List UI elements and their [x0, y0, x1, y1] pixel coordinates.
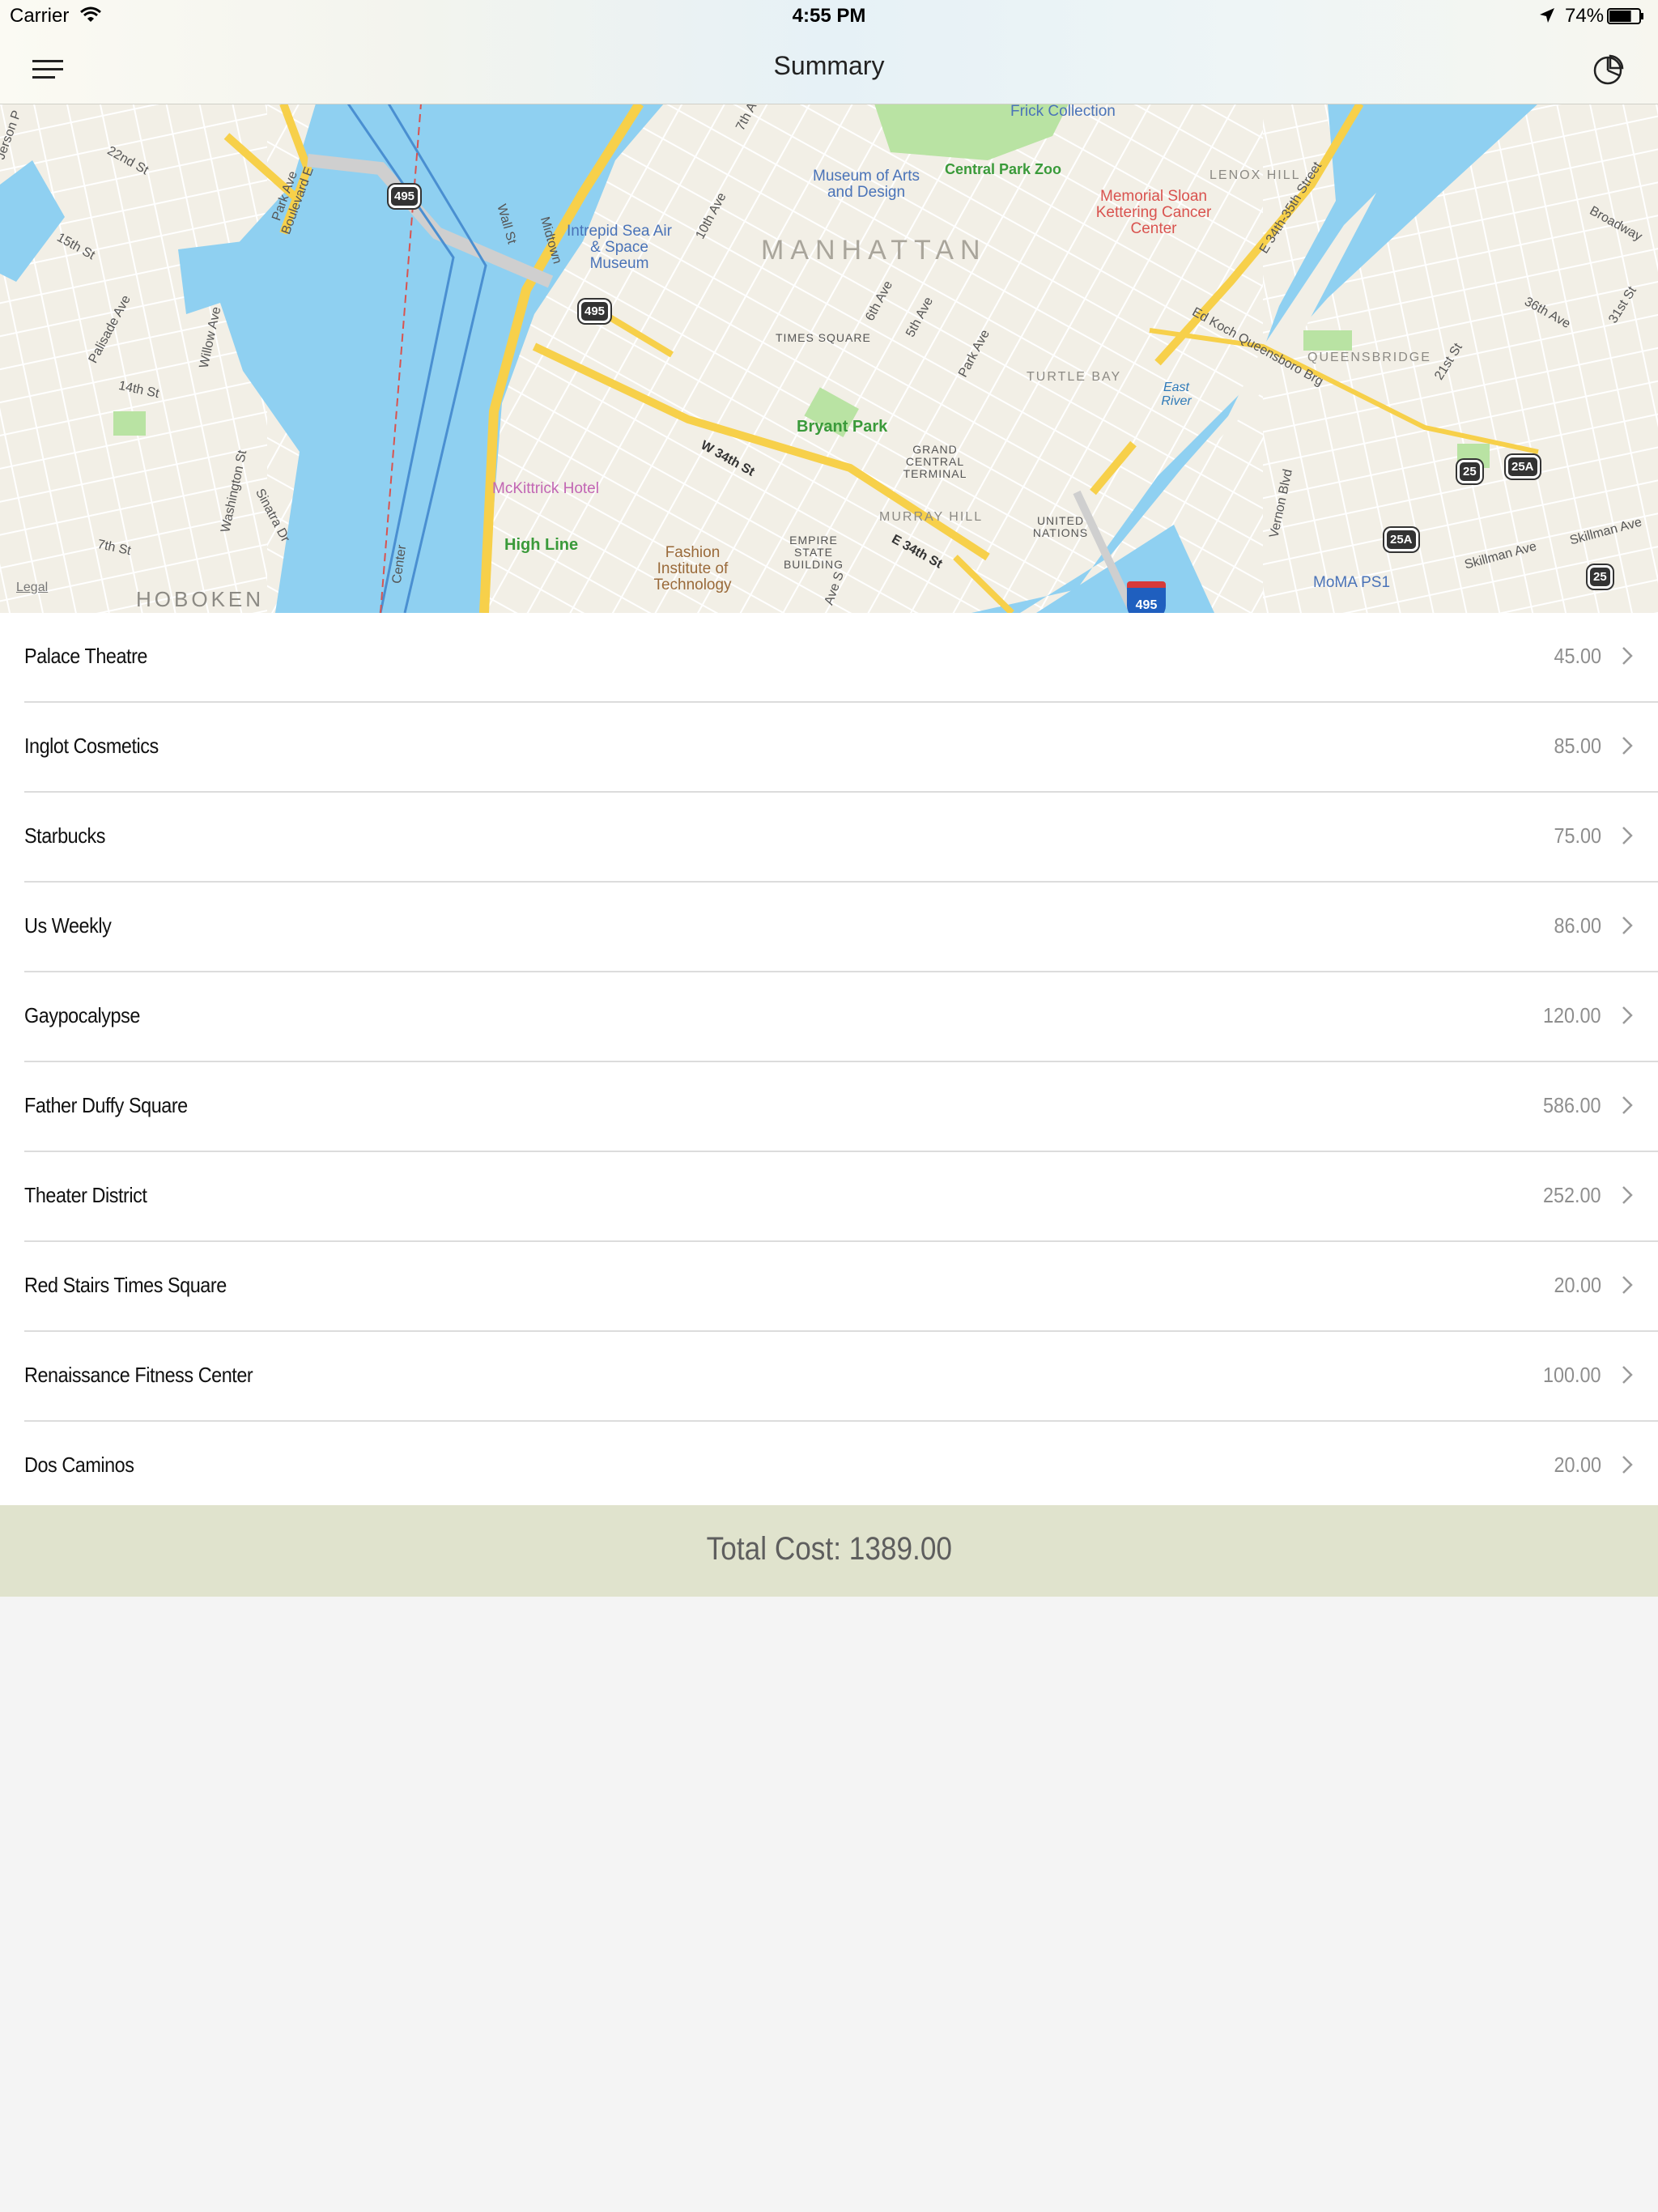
- chevron-right-icon: [1622, 647, 1633, 665]
- map-east-river-label: East River: [1161, 381, 1192, 408]
- expense-amount: 45.00: [1554, 644, 1601, 668]
- map-poi-mckittrick[interactable]: McKittrick Hotel: [492, 480, 599, 498]
- chevron-right-icon: [1622, 737, 1633, 755]
- total-cost-label: Total Cost: 1389.00: [706, 1531, 952, 1567]
- expense-name: Starbucks: [24, 823, 105, 848]
- expense-name: Dos Caminos: [24, 1453, 134, 1477]
- chevron-right-icon: [1622, 1186, 1633, 1204]
- expense-amount: 120.00: [1543, 1003, 1601, 1027]
- map-poi-un[interactable]: UNITED NATIONS: [1028, 515, 1093, 539]
- map-neighborhood-label: LENOX HILL: [1209, 168, 1301, 182]
- expense-amount: 100.00: [1543, 1363, 1601, 1387]
- chevron-right-icon: [1622, 917, 1633, 934]
- expense-amount: 86.00: [1554, 913, 1601, 938]
- route-shield: 495: [389, 185, 421, 208]
- interstate-shield: 495: [1127, 581, 1166, 613]
- expense-amount: 20.00: [1554, 1273, 1601, 1297]
- map-poi-fit[interactable]: Fashion Institute of Technology: [646, 545, 739, 593]
- chevron-right-icon: [1622, 827, 1633, 844]
- expense-amount: 586.00: [1543, 1093, 1601, 1117]
- expense-row[interactable]: Gaypocalypse 120.00: [24, 972, 1658, 1062]
- expense-name: Father Duffy Square: [24, 1093, 188, 1117]
- top-bar: Carrier 4:55 PM 74% Summary: [0, 0, 1658, 104]
- map-neighborhood-label: TURTLE BAY: [1027, 370, 1122, 384]
- map-poi-times-square[interactable]: TIMES SQUARE: [776, 332, 871, 344]
- route-shield: 25: [1457, 460, 1482, 483]
- expense-row[interactable]: Inglot Cosmetics 85.00: [24, 703, 1658, 793]
- map-poi-momaps1[interactable]: MoMA PS1: [1313, 575, 1390, 591]
- expense-name: Theater District: [24, 1183, 147, 1207]
- expense-row[interactable]: Starbucks 75.00: [24, 793, 1658, 883]
- map-poi-gct[interactable]: GRAND CENTRAL TERMINAL: [899, 444, 971, 480]
- map-neighborhood-label: HOBOKEN: [136, 587, 265, 611]
- map-poi-bryant[interactable]: Bryant Park: [797, 418, 887, 436]
- total-cost-bar: Total Cost: 1389.00: [0, 1505, 1658, 1597]
- pie-chart-icon[interactable]: [1592, 53, 1624, 86]
- map-poi-highline[interactable]: High Line: [504, 536, 578, 555]
- battery-percent: 74%: [1565, 5, 1605, 27]
- expense-name: Gaypocalypse: [24, 1003, 140, 1027]
- route-shield: 25A: [1506, 455, 1540, 479]
- expense-name: Renaissance Fitness Center: [24, 1363, 253, 1387]
- expense-row[interactable]: Red Stairs Times Square 20.00: [24, 1242, 1658, 1332]
- map-legal-link[interactable]: Legal: [16, 581, 48, 595]
- expense-row[interactable]: Renaissance Fitness Center 100.00: [24, 1332, 1658, 1422]
- map-poi-sloan[interactable]: Memorial Sloan Kettering Cancer Center: [1089, 189, 1218, 237]
- expense-row[interactable]: Theater District 252.00: [24, 1152, 1658, 1242]
- map-poi-mad[interactable]: Museum of Arts and Design: [806, 168, 927, 201]
- map-poi-esb[interactable]: EMPIRE STATE BUILDING: [769, 534, 858, 571]
- map-district-label: MANHATTAN: [761, 235, 987, 266]
- expense-row[interactable]: Father Duffy Square 586.00: [24, 1062, 1658, 1152]
- location-arrow-icon: [1540, 8, 1554, 23]
- expense-name: Inglot Cosmetics: [24, 734, 159, 758]
- route-shield: 25: [1588, 565, 1613, 589]
- status-bar: Carrier 4:55 PM 74%: [0, 0, 1658, 32]
- page-title: Summary: [773, 51, 885, 80]
- chevron-right-icon: [1622, 1276, 1633, 1294]
- route-shield: 495: [579, 300, 611, 323]
- expense-amount: 85.00: [1554, 734, 1601, 758]
- map-neighborhood-label: QUEENSBRIDGE: [1307, 351, 1431, 364]
- map-view[interactable]: Frick Collection Museum of Arts and Desi…: [0, 104, 1658, 613]
- map-neighborhood-label: MURRAY HILL: [879, 510, 984, 524]
- chevron-right-icon: [1622, 1096, 1633, 1114]
- expense-row[interactable]: Palace Theatre 45.00: [24, 613, 1658, 703]
- map-poi-intrepid[interactable]: Intrepid Sea Air & Space Museum: [567, 223, 672, 272]
- map-poi-zoo[interactable]: Central Park Zoo: [945, 161, 1061, 178]
- expense-row[interactable]: Dos Caminos 20.00: [24, 1422, 1658, 1510]
- chevron-right-icon: [1622, 1366, 1633, 1384]
- status-time: 4:55 PM: [792, 5, 866, 27]
- route-shield: 25A: [1384, 528, 1418, 551]
- expense-name: Us Weekly: [24, 913, 112, 938]
- expense-list: Palace Theatre 45.00 Inglot Cosmetics 85.00…: [0, 613, 1658, 1510]
- expense-amount: 20.00: [1554, 1453, 1601, 1477]
- map-poi-frick[interactable]: Frick Collection: [1010, 104, 1116, 120]
- expense-name: Palace Theatre: [24, 644, 147, 668]
- expense-amount: 75.00: [1554, 823, 1601, 848]
- chevron-right-icon: [1622, 1456, 1633, 1474]
- battery-icon: [1607, 8, 1643, 24]
- expense-name: Red Stairs Times Square: [24, 1273, 227, 1297]
- expense-amount: 252.00: [1543, 1183, 1601, 1207]
- expense-row[interactable]: Us Weekly 86.00: [24, 883, 1658, 972]
- chevron-right-icon: [1622, 1006, 1633, 1024]
